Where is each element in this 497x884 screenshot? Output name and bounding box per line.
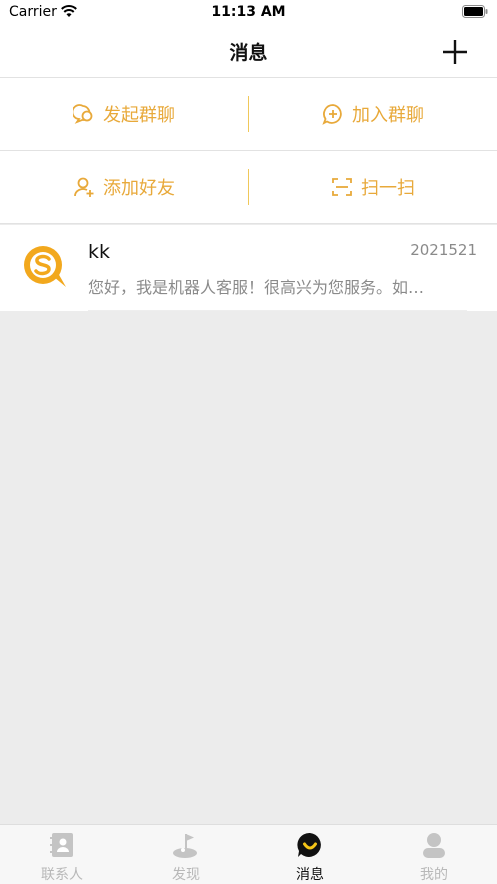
add-chat-icon <box>322 104 342 125</box>
contacts-icon <box>50 833 73 857</box>
join-group-chat-label: 加入群聊 <box>352 105 424 126</box>
join-group-chat-button[interactable]: 加入群聊 <box>249 78 497 150</box>
customer-service-avatar-icon <box>24 246 66 287</box>
discover-icon <box>173 834 197 858</box>
start-group-chat-label: 发起群聊 <box>103 105 175 126</box>
divider <box>88 310 467 311</box>
tab-bar: 联系人 发现 消息 我的 <box>0 824 497 884</box>
tab-label: 发现 <box>172 867 200 883</box>
tab-label: 联系人 <box>41 867 83 883</box>
chat-date: 2021521 <box>410 241 477 259</box>
messages-icon <box>297 832 321 857</box>
profile-icon <box>423 833 445 858</box>
tab-discover[interactable]: 发现 <box>124 825 248 884</box>
scan-button[interactable]: 扫一扫 <box>249 151 497 223</box>
add-friend-button[interactable]: 添加好友 <box>0 151 248 223</box>
chat-preview: 您好，我是机器人客服！很高兴为您服务。如… <box>88 278 425 297</box>
battery-icon <box>462 5 488 18</box>
tab-label: 消息 <box>296 867 324 883</box>
add-friend-icon <box>74 177 94 197</box>
tab-contacts[interactable]: 联系人 <box>0 825 124 884</box>
status-bar: Carrier 11:13 AM <box>0 0 497 26</box>
chat-name: kk <box>88 241 111 263</box>
clock: 11:13 AM <box>211 4 286 20</box>
group-chat-icon <box>73 104 93 124</box>
scan-label: 扫一扫 <box>361 178 415 199</box>
page-title: 消息 <box>229 42 268 64</box>
action-row-friends: 添加好友 扫一扫 <box>0 151 497 224</box>
list-item[interactable]: kk 2021521 您好，我是机器人客服！很高兴为您服务。如… <box>0 225 497 311</box>
scan-icon <box>332 178 352 196</box>
add-friend-label: 添加好友 <box>103 178 175 199</box>
tab-profile[interactable]: 我的 <box>372 825 496 884</box>
tab-label: 我的 <box>420 867 448 883</box>
start-group-chat-button[interactable]: 发起群聊 <box>0 78 248 150</box>
tab-messages[interactable]: 消息 <box>248 825 372 884</box>
plus-icon[interactable] <box>441 38 469 66</box>
nav-bar: 消息 <box>0 26 497 78</box>
action-row-group: 发起群聊 加入群聊 <box>0 78 497 151</box>
